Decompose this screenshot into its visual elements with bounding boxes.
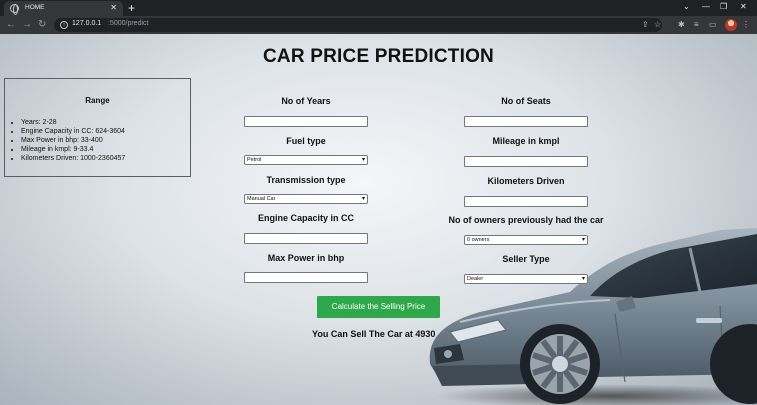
transmission-label: Transmission type	[266, 175, 346, 185]
seats-input[interactable]	[464, 116, 588, 127]
share-icon[interactable]: ⇪	[642, 20, 649, 30]
fuel-type-value: Petrol	[247, 157, 262, 163]
browser-tab[interactable]: HOME ✕	[4, 1, 123, 16]
chevron-down-icon: ▾	[361, 157, 365, 163]
url-host: 127.0.0.1	[72, 20, 102, 27]
menu-icon[interactable]: ⋮	[742, 20, 750, 30]
split-view-icon[interactable]: ▭	[709, 20, 717, 30]
chevron-down-icon: ▾	[581, 276, 585, 282]
years-input[interactable]	[244, 116, 368, 127]
transmission-select[interactable]: Manual Car ▾	[244, 194, 368, 204]
close-window-button[interactable]: ✕	[740, 2, 747, 12]
back-icon[interactable]: ←	[6, 19, 16, 31]
address-bar[interactable]: i 127.0.0.1 :5000/predict ⇪ ☆	[54, 18, 662, 32]
range-item: Kilometers Driven: 1000-2360457	[21, 154, 125, 163]
range-panel: Range Years: 2-28 Engine Capacity in CC:…	[4, 78, 191, 177]
mileage-label: Mileage in kmpl	[492, 136, 560, 146]
reading-list-icon[interactable]: ≡	[694, 20, 699, 30]
range-list: Years: 2-28 Engine Capacity in CC: 624-3…	[21, 118, 125, 163]
fuel-type-label: Fuel type	[286, 136, 326, 146]
tab-bar: HOME ✕ + ⌄ — ❐ ✕	[0, 0, 757, 16]
tab-title: HOME	[25, 4, 45, 11]
extensions-icon[interactable]: ✱	[678, 20, 685, 30]
maximize-button[interactable]: ❐	[720, 2, 727, 12]
info-icon[interactable]: i	[60, 21, 68, 29]
range-item: Mileage in kmpl: 9-33.4	[21, 145, 125, 154]
max-power-input[interactable]	[244, 272, 368, 283]
reload-icon[interactable]: ↻	[38, 19, 46, 31]
seats-label: No of Seats	[501, 96, 551, 106]
engine-capacity-label: Engine Capacity in CC	[257, 213, 355, 223]
years-label: No of Years	[281, 96, 331, 106]
page-content: CAR PRICE PREDICTION Range Years: 2-28 E…	[0, 34, 757, 405]
url-path: :5000/predict	[108, 20, 149, 27]
range-item: Years: 2-28	[21, 118, 125, 127]
owners-label: No of owners previously had the car	[448, 215, 604, 225]
star-icon[interactable]: ☆	[654, 20, 661, 30]
seller-type-value: Dealer	[467, 276, 484, 282]
page-title: CAR PRICE PREDICTION	[263, 46, 494, 67]
transmission-value: Manual Car	[247, 196, 276, 202]
owners-value: 0 owners	[467, 237, 490, 243]
browser-toolbar: ← → ↻ i 127.0.0.1 :5000/predict ⇪ ☆ ✱ ≡ …	[0, 16, 757, 34]
seller-type-select[interactable]: Dealer ▾	[464, 274, 588, 284]
kilometers-label: Kilometers Driven	[487, 176, 565, 186]
kilometers-input[interactable]	[464, 196, 588, 207]
minimize-button[interactable]: —	[702, 2, 710, 12]
mileage-input[interactable]	[464, 156, 588, 167]
range-item: Max Power in bhp: 33-400	[21, 136, 125, 145]
range-item: Engine Capacity in CC: 624-3604	[21, 127, 125, 136]
avatar[interactable]	[725, 19, 737, 31]
fuel-type-select[interactable]: Petrol ▾	[244, 155, 368, 165]
close-tab-icon[interactable]: ✕	[110, 3, 117, 13]
owners-select[interactable]: 0 owners ▾	[464, 235, 588, 245]
new-tab-button[interactable]: +	[128, 1, 135, 15]
chevron-down-icon[interactable]: ⌄	[683, 2, 690, 12]
calculate-price-button[interactable]: Calculate the Selling Price	[317, 296, 440, 318]
max-power-label: Max Power in bhp	[267, 253, 345, 263]
range-heading: Range	[85, 96, 110, 105]
result-text: You Can Sell The Car at 4930	[312, 329, 436, 339]
forward-icon[interactable]: →	[22, 19, 32, 31]
globe-icon	[10, 4, 19, 15]
seller-type-label: Seller Type	[502, 254, 550, 264]
chevron-down-icon: ▾	[361, 196, 365, 202]
engine-capacity-input[interactable]	[244, 233, 368, 244]
chevron-down-icon: ▾	[581, 237, 585, 243]
